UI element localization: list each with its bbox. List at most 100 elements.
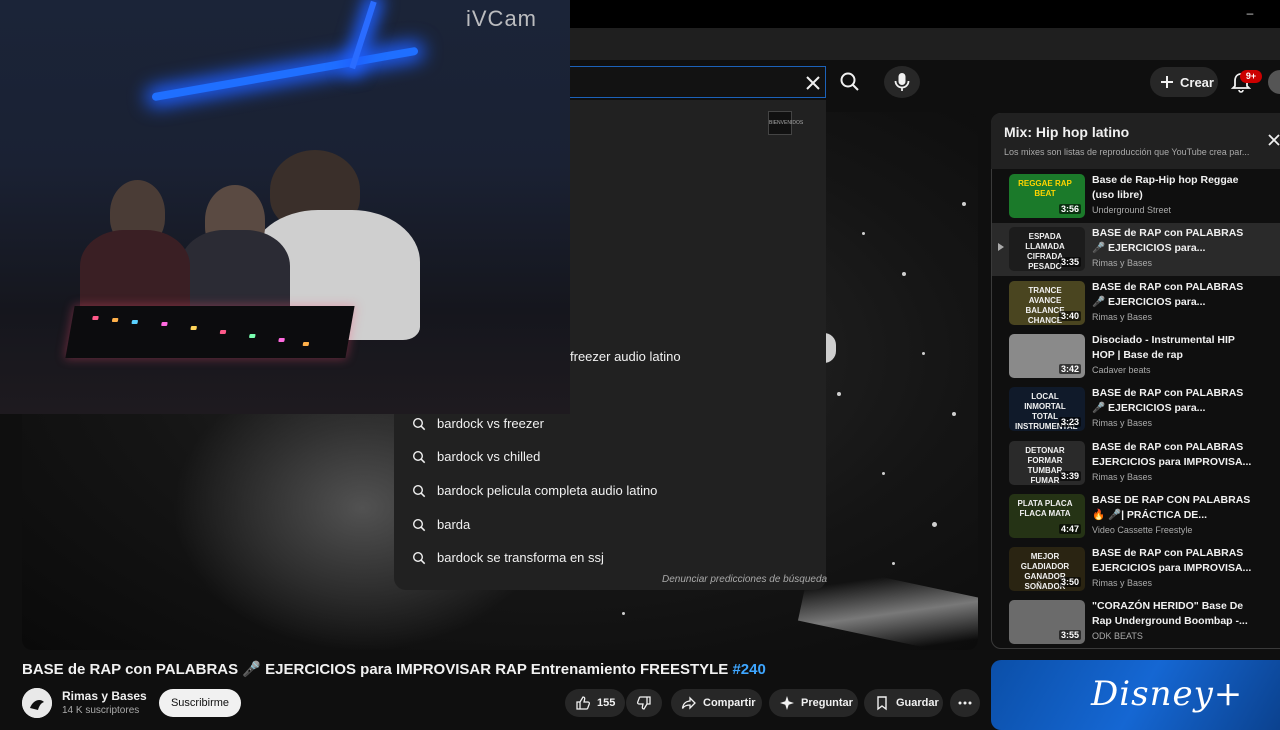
duration-badge: 3:23 — [1058, 417, 1081, 427]
playlist-item[interactable]: 3:55 "CORAZÓN HERIDO" Base De Rap Undergr… — [992, 596, 1280, 649]
playlist-item[interactable]: PLATA PLACA FLACA MATA 4:47 BASE DE RAP CO… — [992, 490, 1280, 543]
search-icon — [412, 551, 426, 564]
playlist-item-channel: Underground Street — [1092, 205, 1172, 215]
more-horizontal-icon — [958, 701, 972, 705]
snow-particle — [922, 352, 925, 355]
report-predictions-link[interactable]: Denunciar predicciones de búsqueda — [662, 574, 827, 585]
playlist-thumbnail: DETONAR FORMAR TUMBAR FUMAR 3:39 — [1009, 441, 1085, 485]
playlist-subtitle: Los mixes son listas de reproducción que… — [1004, 147, 1250, 157]
keyboard-key-light — [302, 342, 310, 346]
playlist-item[interactable]: DETONAR FORMAR TUMBAR FUMAR 3:39 BASE de R… — [992, 437, 1280, 490]
playlist-thumbnail: LOCAL INMORTAL TOTAL INSTRUMENTAL 3:23 — [1009, 387, 1085, 431]
create-button[interactable]: Crear — [1150, 67, 1218, 97]
snow-particle — [892, 562, 895, 565]
thumbs-up-icon — [576, 696, 591, 710]
suggestion-item[interactable]: bardock vs chilled — [394, 440, 826, 473]
subscriber-count: 14 K suscriptores — [62, 705, 140, 716]
suggestion-text: bardock vs chilled — [437, 449, 541, 464]
video-title: BASE de RAP con PALABRAS 🎤 EJERCICIOS pa… — [22, 660, 766, 678]
like-count: 155 — [597, 697, 616, 709]
playlist-title[interactable]: Mix: Hip hop latino — [1004, 124, 1129, 140]
plus-icon — [1161, 76, 1173, 88]
playlist-item[interactable]: ESPADA LLAMADA CIFRADA PESADO 3:35 BASE de… — [992, 223, 1280, 276]
share-label: Compartir — [703, 697, 756, 709]
ad-brand-logo: Disney+ — [1091, 674, 1244, 714]
close-icon[interactable] — [1266, 132, 1280, 148]
clear-search-icon[interactable] — [802, 72, 824, 94]
thumbs-down-icon — [636, 696, 651, 710]
dislike-button[interactable] — [626, 689, 662, 717]
notification-badge: 9+ — [1240, 70, 1262, 83]
save-button[interactable]: Guardar — [864, 689, 943, 717]
minimize-icon[interactable]: – — [1240, 6, 1260, 20]
playlist-item-title: BASE DE RAP CON PALABRAS 🔥 🎤| PRÁCTICA D… — [1092, 494, 1251, 521]
playlist-item-title: "CORAZÓN HERIDO" Base De Rap Underground… — [1092, 600, 1248, 627]
duration-badge: 3:40 — [1058, 311, 1081, 321]
subscribe-button[interactable]: Suscribirme — [159, 689, 241, 717]
playlist-thumbnail: PLATA PLACA FLACA MATA 4:47 — [1009, 494, 1085, 538]
playlist-item[interactable]: MEJOR GLADIADOR GANADOR SOÑADOR 3:50 BASE … — [992, 543, 1280, 596]
snow-particle — [962, 202, 966, 206]
keyboard-key-light — [190, 326, 198, 330]
search-button[interactable] — [832, 66, 868, 98]
suggestion-text: bardock se transforma en ssj — [437, 550, 604, 565]
snow-particle — [837, 392, 841, 396]
suggestion-item[interactable]: bardock vs freezer — [394, 407, 826, 440]
channel-avatar[interactable] — [22, 688, 52, 718]
playlist-item-title: BASE de RAP con PALABRAS EJERCICIOS para… — [1092, 441, 1252, 468]
snow-particle — [902, 272, 906, 276]
playlist-item-title: BASE de RAP con PALABRAS EJERCICIOS para… — [1092, 547, 1252, 574]
playlist-item-channel: Rimas y Bases — [1092, 312, 1153, 322]
suggestion-item[interactable]: bardock se transforma en ssj — [394, 541, 826, 574]
keyboard-key-light — [278, 338, 285, 342]
playlist-item-channel: Rimas y Bases — [1092, 418, 1153, 428]
playlist-item-title: BASE de RAP con PALABRAS 🎤 EJERCICIOS pa… — [1092, 227, 1244, 254]
suggestion-item[interactable]: barda — [394, 508, 826, 541]
voice-search-button[interactable] — [884, 66, 920, 98]
playlist-thumbnail: 3:55 — [1009, 600, 1085, 644]
duration-badge: 3:50 — [1058, 577, 1081, 587]
playlist-item[interactable]: TRANCE AVANCE BALANCE CHANCE 3:40 BASE de … — [992, 277, 1280, 330]
playlist-thumbnail: TRANCE AVANCE BALANCE CHANCE 3:40 — [1009, 281, 1085, 325]
video-title-text: BASE de RAP con PALABRAS 🎤 EJERCICIOS pa… — [22, 661, 729, 678]
suggestion-text: barda — [437, 517, 471, 532]
playlist-thumbnail: 3:42 — [1009, 334, 1085, 378]
suggestion-text: bardock vs freezer — [437, 416, 544, 431]
webcam-overlay: iVCam — [0, 0, 570, 414]
suggestion-thumbnail[interactable]: BIENVENIDOS — [768, 111, 803, 135]
bookmark-icon — [877, 696, 887, 711]
more-actions-button[interactable] — [950, 689, 980, 717]
playlist-item-channel: ODK BEATS — [1092, 631, 1143, 641]
playlist-item[interactable]: LOCAL INMORTAL TOTAL INSTRUMENTAL 3:23 BAS… — [992, 383, 1280, 436]
rgb-keyboard — [65, 306, 355, 358]
suggestion-item[interactable]: bardock pelicula completa audio latino — [394, 474, 826, 507]
playlist-item-channel: Rimas y Bases — [1092, 472, 1153, 482]
keyboard-key-light — [248, 334, 256, 338]
playlist-item-channel: Rimas y Bases — [1092, 258, 1153, 268]
duration-badge: 3:39 — [1058, 471, 1081, 481]
snow-particle — [952, 412, 956, 416]
playlist-item[interactable]: 3:42 Disociado - Instrumental HIP HOP | B… — [992, 330, 1280, 383]
thumbnail-text: PLATA PLACA FLACA MATA — [1017, 499, 1073, 518]
ask-button[interactable]: Preguntar — [769, 689, 858, 717]
playlist-item[interactable]: REGGAE RAP BEAT 3:56 Base de Rap-Hip hop R… — [992, 170, 1280, 223]
share-icon — [681, 696, 696, 710]
snow-particle — [862, 232, 865, 235]
led-strip — [151, 46, 419, 102]
search-icon — [412, 450, 426, 463]
search-icon — [412, 484, 426, 497]
duration-badge: 4:47 — [1058, 524, 1081, 534]
hashtag-link[interactable]: #240 — [732, 661, 765, 678]
suggestion-partial-text[interactable]: freezer audio latino — [570, 349, 681, 364]
search-input[interactable] — [540, 66, 826, 98]
search-icon — [412, 417, 426, 430]
playlist-item-title: BASE de RAP con PALABRAS 🎤 EJERCICIOS pa… — [1092, 281, 1244, 308]
share-button[interactable]: Compartir — [671, 689, 762, 717]
snow-particle — [932, 522, 937, 527]
playlist-item-title: BASE de RAP con PALABRAS 🎤 EJERCICIOS pa… — [1092, 387, 1244, 414]
keyboard-key-light — [131, 320, 139, 324]
channel-name[interactable]: Rimas y Bases — [62, 689, 147, 703]
snow-particle — [882, 472, 885, 475]
like-button[interactable]: 155 — [565, 689, 625, 717]
playlist-thumbnail: MEJOR GLADIADOR GANADOR SOÑADOR 3:50 — [1009, 547, 1085, 591]
